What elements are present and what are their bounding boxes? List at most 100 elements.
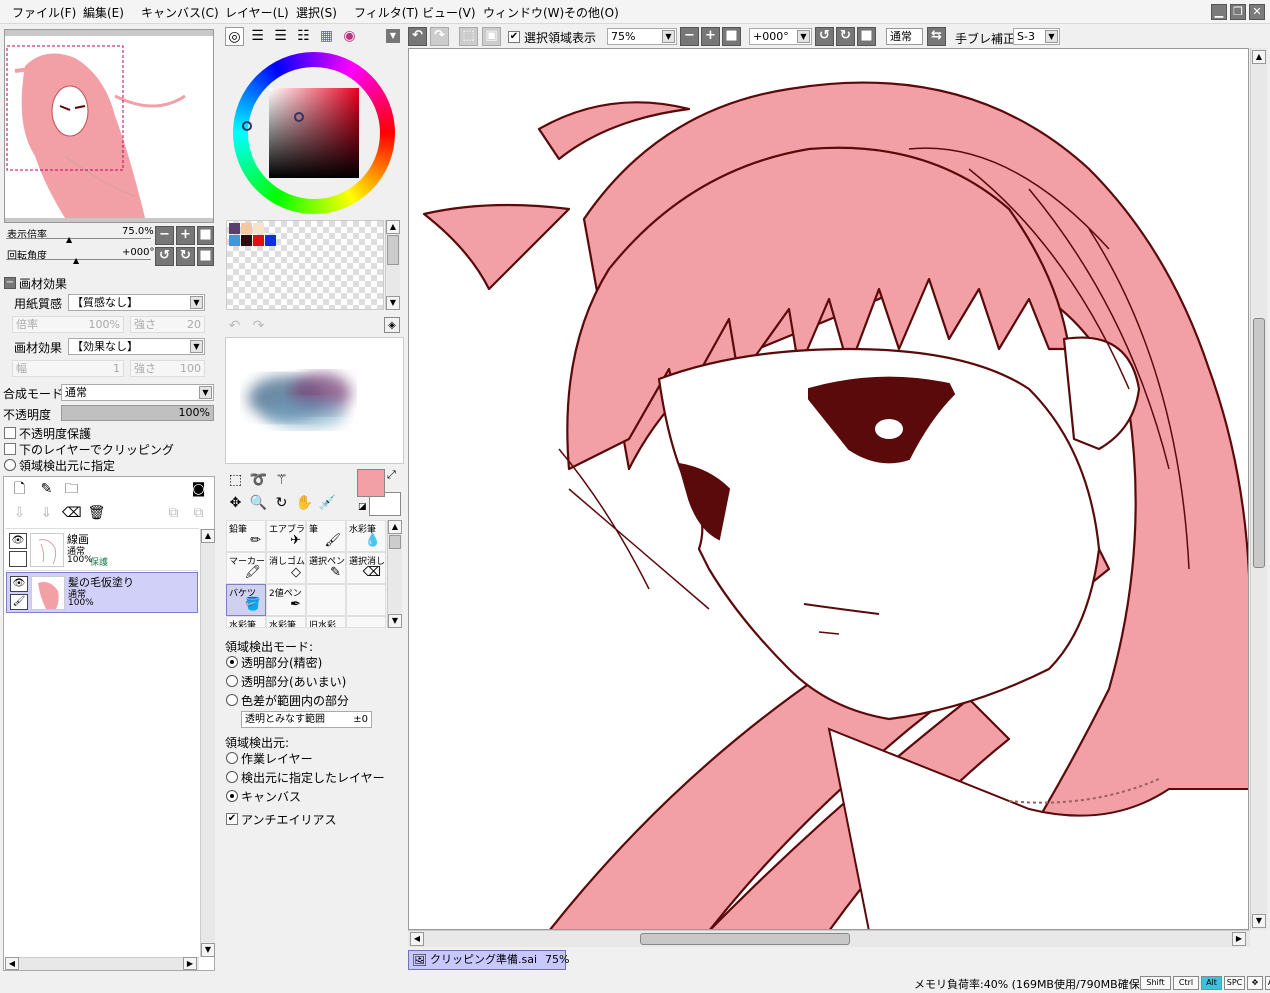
color-swatch[interactable]	[253, 223, 264, 234]
canvas-zoom-in-button[interactable]: +	[701, 27, 720, 46]
tool-cell[interactable]: 消しゴム ◇	[266, 552, 306, 584]
tool-cell[interactable]: 選択ペン ✎	[306, 552, 346, 584]
canvas-rotate-reset-button[interactable]: ■	[857, 27, 876, 46]
rect-select-icon[interactable]: ⬚	[226, 471, 245, 490]
angle-select[interactable]: +000° ▼	[749, 28, 812, 45]
color-swatch[interactable]	[229, 223, 240, 234]
scroll-left-icon[interactable]: ◀	[5, 957, 19, 970]
scroll-right-icon[interactable]: ▶	[183, 957, 197, 970]
new-folder-icon[interactable]: 🗀	[62, 480, 81, 499]
document-tab[interactable]: 🖼 クリッピング準備.sai 75%	[408, 950, 569, 970]
stabilizer-select[interactable]: S-3 ▼	[1013, 28, 1060, 45]
redo-icon[interactable]: ↷	[249, 317, 268, 336]
color-swatch[interactable]	[253, 235, 264, 246]
move-icon[interactable]: ✥	[226, 494, 245, 513]
tool-cell[interactable]: 旧水彩	[306, 616, 346, 628]
scroll-up-icon[interactable]: ▲	[386, 220, 400, 234]
effect-strength-field[interactable]: 強さ 100	[130, 360, 205, 377]
menu-layer[interactable]: レイヤー(L)	[225, 4, 289, 21]
color-swatch[interactable]	[241, 235, 252, 246]
canvas-rotate-right-button[interactable]: ↻	[836, 27, 855, 46]
tool-cell[interactable]: 筆 🖌	[306, 520, 346, 552]
scroll-thumb[interactable]	[1253, 318, 1265, 568]
layer-scrollbar[interactable]: ▲ ▼	[200, 529, 215, 957]
scratchpad-menu-icon[interactable]: ◈	[384, 317, 400, 333]
tool-cell[interactable]: 水彩筆 💧	[346, 520, 386, 552]
swatches-tab[interactable]: ▦	[317, 27, 336, 46]
redo-button[interactable]: ↷	[430, 27, 449, 46]
menu-other[interactable]: その他(O)	[564, 4, 619, 21]
paper-texture-select[interactable]: 【質感なし】 ▼	[68, 294, 205, 311]
color-swatch[interactable]	[241, 223, 252, 234]
paper-scale-field[interactable]: 倍率 100%	[12, 316, 124, 333]
swatch-scrollbar[interactable]: ▲ ▼	[385, 220, 400, 310]
primary-color-swatch[interactable]	[357, 469, 385, 497]
hand-icon[interactable]: ✋	[295, 494, 314, 513]
selection-source-radio[interactable]	[4, 459, 16, 471]
lasso-icon[interactable]: ➰	[249, 471, 268, 490]
clear-layer-icon[interactable]: ⌫	[62, 504, 82, 523]
layer-mask-icon[interactable]: ◙	[189, 480, 208, 499]
swatch-palette[interactable]	[226, 220, 384, 310]
hue-cursor[interactable]	[242, 121, 252, 131]
tool-cell[interactable]: エアブラシ✈	[266, 520, 306, 552]
zoom-out-button[interactable]: −	[155, 226, 174, 245]
flip-button[interactable]: ⇆	[927, 27, 946, 46]
paper-strength-field[interactable]: 強さ 20	[130, 316, 205, 333]
preserve-opacity-checkbox[interactable]	[4, 427, 16, 439]
mixer-tab[interactable]: ☷	[294, 27, 313, 46]
opacity-slider[interactable]: 100%	[61, 405, 214, 421]
antialias-checkbox[interactable]: ✔	[226, 813, 238, 825]
show-selection-checkbox[interactable]: ✔	[508, 31, 520, 43]
tool-cell[interactable]	[346, 584, 386, 616]
source-canvas-radio[interactable]	[226, 790, 238, 802]
canvas-zoom-reset-button[interactable]: ■	[722, 27, 741, 46]
layer-option2-icon[interactable]: ⧉	[189, 504, 208, 523]
scratchpad-tab[interactable]: ◉	[340, 27, 359, 46]
color-wheel-tab[interactable]: ◎	[225, 27, 244, 46]
canvas-rotate-left-button[interactable]: ↺	[815, 27, 834, 46]
rotate-left-button[interactable]: ↺	[155, 247, 174, 266]
scroll-up-icon[interactable]: ▲	[201, 529, 215, 543]
tool-scrollbar[interactable]: ▲ ▼	[387, 520, 402, 628]
zoom-in-button[interactable]: +	[176, 226, 195, 245]
texture-collapse-icon[interactable]: −	[4, 277, 16, 289]
merge-down-icon[interactable]: ⇓	[37, 504, 56, 523]
effect-width-field[interactable]: 幅1	[12, 360, 124, 377]
rotate-slider-thumb[interactable]: ▲	[73, 256, 79, 265]
scroll-down-icon[interactable]: ▼	[388, 614, 402, 628]
canvas-vscrollbar[interactable]: ▲ ▼	[1250, 48, 1267, 930]
transfer-down-icon[interactable]: ⇩	[10, 504, 29, 523]
rgb-slider-tab[interactable]: ☰	[248, 27, 267, 46]
tool-cell[interactable]: マーカー 🖍	[226, 552, 266, 584]
source-working-radio[interactable]	[226, 752, 238, 764]
undo-button[interactable]: ↶	[408, 27, 427, 46]
zoom-select[interactable]: 75% ▼	[607, 28, 677, 45]
canvas-blend-button[interactable]: 通常	[886, 28, 923, 45]
scroll-down-icon[interactable]: ▼	[201, 943, 215, 957]
scroll-up-icon[interactable]: ▲	[388, 520, 402, 534]
close-button[interactable]: ✕	[1249, 4, 1265, 20]
canvas-hscrollbar[interactable]: ◀ ▶	[408, 930, 1250, 947]
minimize-button[interactable]: ▁	[1211, 4, 1227, 20]
layer-hscrollbar[interactable]: ◀ ▶	[5, 957, 199, 970]
invert-selection-button[interactable]: ▣	[482, 27, 501, 46]
tool-cell[interactable]: 鉛筆 ✏	[226, 520, 266, 552]
layer-row[interactable]: 👁 線画 通常 100% 保護	[6, 529, 198, 571]
mode-color-diff-radio[interactable]	[226, 694, 238, 706]
tool-cell[interactable]	[346, 616, 386, 628]
menu-filter[interactable]: フィルタ(T)	[354, 4, 418, 21]
magic-wand-icon[interactable]: ⚚	[272, 471, 291, 490]
lock-toggle[interactable]	[9, 551, 27, 567]
menu-window[interactable]: ウィンドウ(W)	[483, 4, 564, 21]
menu-view[interactable]: ビュー(V)	[422, 4, 476, 21]
zoom-reset-button[interactable]: ■	[197, 226, 214, 245]
blend-mode-select[interactable]: 通常 ▼	[61, 384, 214, 401]
source-specified-radio[interactable]	[226, 771, 238, 783]
layer-option-icon[interactable]: ⧉	[164, 504, 183, 523]
effect-select[interactable]: 【効果なし】 ▼	[68, 338, 205, 355]
color-swatch[interactable]	[265, 235, 276, 246]
undo-icon[interactable]: ↶	[225, 317, 244, 336]
scroll-left-icon[interactable]: ◀	[410, 932, 424, 946]
hsv-slider-tab[interactable]: ☰	[271, 27, 290, 46]
